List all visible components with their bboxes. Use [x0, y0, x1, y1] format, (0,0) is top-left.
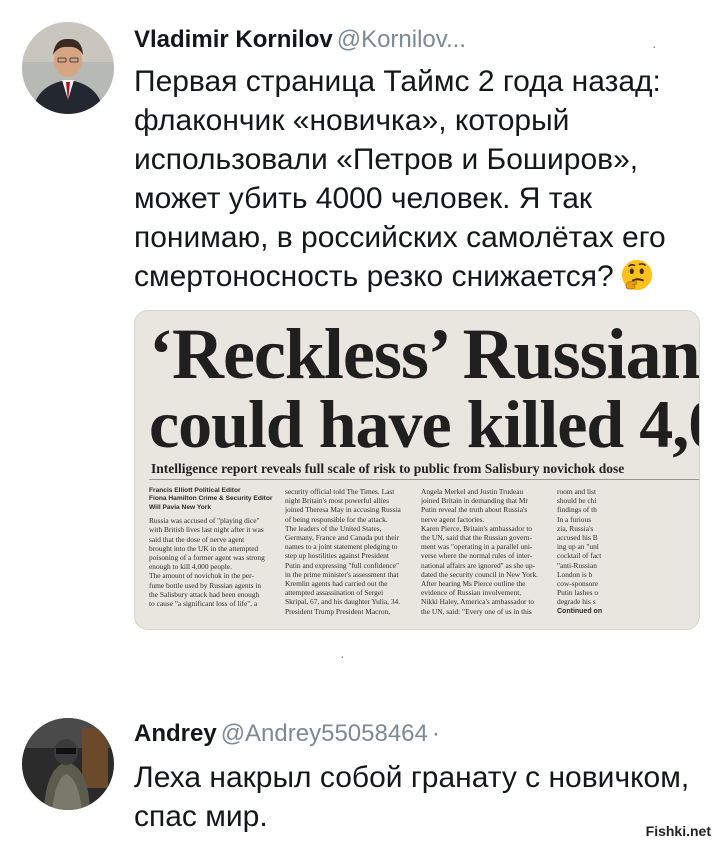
avatar-andrey[interactable] [22, 718, 114, 810]
column-line: should be chi [557, 496, 597, 506]
column-line: Russia was accused of "playing dice" [149, 516, 260, 526]
column-line: Putin reveal the truth about Russia's [421, 505, 528, 515]
avatar-andrey-image [22, 718, 114, 810]
newspaper-column-1: Francis Elliott Political Editor Fiona H… [149, 487, 277, 627]
column-line: attempted assassination of Sergei [285, 588, 384, 598]
watermark: Fishki.net [642, 822, 714, 840]
column-line: cow-sponsore [557, 579, 599, 589]
avatar-kornilov-image [22, 22, 114, 114]
column-line: Karen Pierce, Britain's ambassador to [421, 523, 533, 533]
newspaper-subheadline: Intelligence report reveals full scale o… [151, 461, 625, 476]
column-line: security official told The Times. Last [285, 487, 395, 496]
column-line: evidence of Russian involvement, [421, 588, 522, 598]
tweet-text-line-last: смертоносность резко снижается? [134, 257, 694, 296]
column-line: accused his B [557, 533, 598, 543]
tweet-andrey[interactable]: Andrey @Andrey55058464 · Леха накрыл собой… [0, 690, 720, 844]
column-line: to cause "a significant loss of life", a [149, 599, 258, 609]
column-line: Kremlin agents had carried out the [285, 579, 388, 589]
column-line: The amount of novichok in the per- [149, 571, 254, 581]
column-line: joined Britain in demanding that Mr [421, 496, 528, 506]
column-line: Angela Merkel and Justin Trudeau [421, 487, 524, 496]
tweet-text: Первая страница Таймс 2 года назад: флак… [134, 62, 694, 296]
tweet-kornilov[interactable]: Vladimir Kornilov @Kornilov... Первая стр… [0, 0, 720, 680]
column-line: After hearing Ms Pierce outline the [421, 579, 526, 589]
column-line: ing up an "unl [557, 542, 599, 552]
continued-label: Continued on [557, 607, 603, 615]
column-line: nerve agent factories. [421, 514, 485, 524]
thinking-face-emoji-icon [620, 258, 654, 292]
column-line: joined Theresa May in accusing Russia [285, 505, 401, 515]
byline: Fiona Hamilton Crime & Security Editor [149, 495, 273, 503]
tweet-header: Andrey @Andrey55058464 · [134, 720, 440, 748]
newspaper-headline-2: could have killed 4,00 [149, 386, 700, 462]
column-line: Nikki Haley, America's ambassador to [421, 597, 535, 607]
column-line: Germany, France and Canada put their [285, 533, 400, 543]
avatar-kornilov[interactable] [22, 22, 114, 114]
column-line: findings of th [557, 505, 597, 515]
column-lines: Russia was accused of "playing dice" with… [149, 516, 277, 608]
author-name[interactable]: Andrey [134, 720, 217, 747]
tweet-text-line: использовали «Петров и Боширов», [134, 143, 639, 176]
column-line: night Britain's most powerful allies [285, 496, 389, 506]
column-line: national affairs are ignored" as she up- [421, 560, 536, 570]
column-lines: security official told The Times. Last ni… [285, 487, 413, 616]
column-line: of being responsible for the attack. [285, 514, 388, 524]
newspaper-column-4: room and list should be chi findings of th… [557, 487, 699, 627]
tweet-text-line: понимаю, в российских самолётах его [134, 221, 666, 254]
column-line: room and list [557, 487, 597, 496]
column-line: President Trump President Macron, [285, 606, 391, 616]
column-line: In a furious [557, 514, 592, 524]
column-line: ment was "operating in a parallel uni- [421, 542, 533, 552]
column-line: verse where the normal rules of inter- [421, 551, 533, 561]
tweet-text: Леха накрыл собой гранату с новичком, сп… [134, 758, 694, 836]
column-line: in the prime minister's assessment that [285, 569, 399, 579]
tweet-text-line-content: смертоносность резко снижается? [134, 260, 614, 293]
column-lines: Angela Merkel and Justin Trudeau joined B… [421, 487, 549, 616]
column-line: London is b [557, 569, 593, 579]
author-handle[interactable]: @Andrey55058464 [221, 720, 428, 747]
column-line: zia, Russia's [557, 523, 594, 533]
stray-mark: · [652, 38, 657, 54]
column-line: The leaders of the United States, [285, 523, 382, 533]
newspaper-rule [149, 479, 699, 480]
byline: Will Pavia New York [149, 503, 211, 511]
stray-mark: · [340, 648, 345, 664]
tweet-text-line: Леха накрыл собой гранату с новичком, [134, 761, 690, 794]
author-handle[interactable]: @Kornilov... [337, 26, 466, 53]
column-line: brought into the UK in the attempted [149, 543, 259, 553]
tweet-text-line: флакончик «новичка», который [134, 104, 570, 137]
newspaper-image[interactable]: ‘Reckless’ Russian age could have killed… [134, 310, 700, 630]
column-line: step up hostilities against President [285, 551, 389, 561]
author-name[interactable]: Vladimir Kornilov [134, 26, 333, 53]
column-lines: room and list should be chi findings of th… [557, 487, 699, 607]
column-line: the UN, said: "Every one of us in this [421, 606, 532, 616]
column-line: names to a joint statement pledging to [285, 542, 398, 552]
tweet-text-line: спас мир. [134, 800, 268, 833]
newspaper-column-2: security official told The Times. Last ni… [285, 487, 413, 627]
newspaper-headline: ‘Reckless’ Russian age [149, 314, 700, 394]
column-line: "anti-Russian [557, 560, 597, 570]
column-line: with British lives last night after it w… [149, 525, 264, 535]
column-line: enough to kill 4,000 people. [149, 562, 232, 572]
byline: Francis Elliott Political Editor [149, 487, 241, 494]
separator-dot: · [431, 720, 440, 747]
column-line: the Salisbury attack had been enough [149, 589, 260, 599]
column-line: the UN, said that the Russian govern- [421, 533, 533, 543]
column-line: Putin lashes o [557, 588, 599, 598]
tweet-header: Vladimir Kornilov @Kornilov... [134, 26, 466, 54]
column-line: Putin and expressing "full confidence" [285, 560, 399, 570]
column-line: cocktail of fact [557, 551, 602, 561]
column-line: said that the dose of nerve agent [149, 534, 245, 544]
newspaper-column-3: Angela Merkel and Justin Trudeau joined B… [421, 487, 549, 627]
column-line: fume bottle used by Russian agents in [149, 580, 262, 590]
column-line: dated the security council in New York. [421, 569, 538, 579]
column-line: degrade his s [557, 597, 596, 607]
column-line: Skripal, 67, and his daughter Yulia, 34. [285, 597, 401, 607]
newspaper-front-page: ‘Reckless’ Russian age could have killed… [135, 311, 700, 629]
tweet-text-line: может убить 4000 человек. Я так [134, 182, 592, 215]
tweet-text-line: Первая страница Таймс 2 года назад: [134, 65, 661, 98]
column-line: poisoning of a former agent was strong [149, 553, 265, 563]
